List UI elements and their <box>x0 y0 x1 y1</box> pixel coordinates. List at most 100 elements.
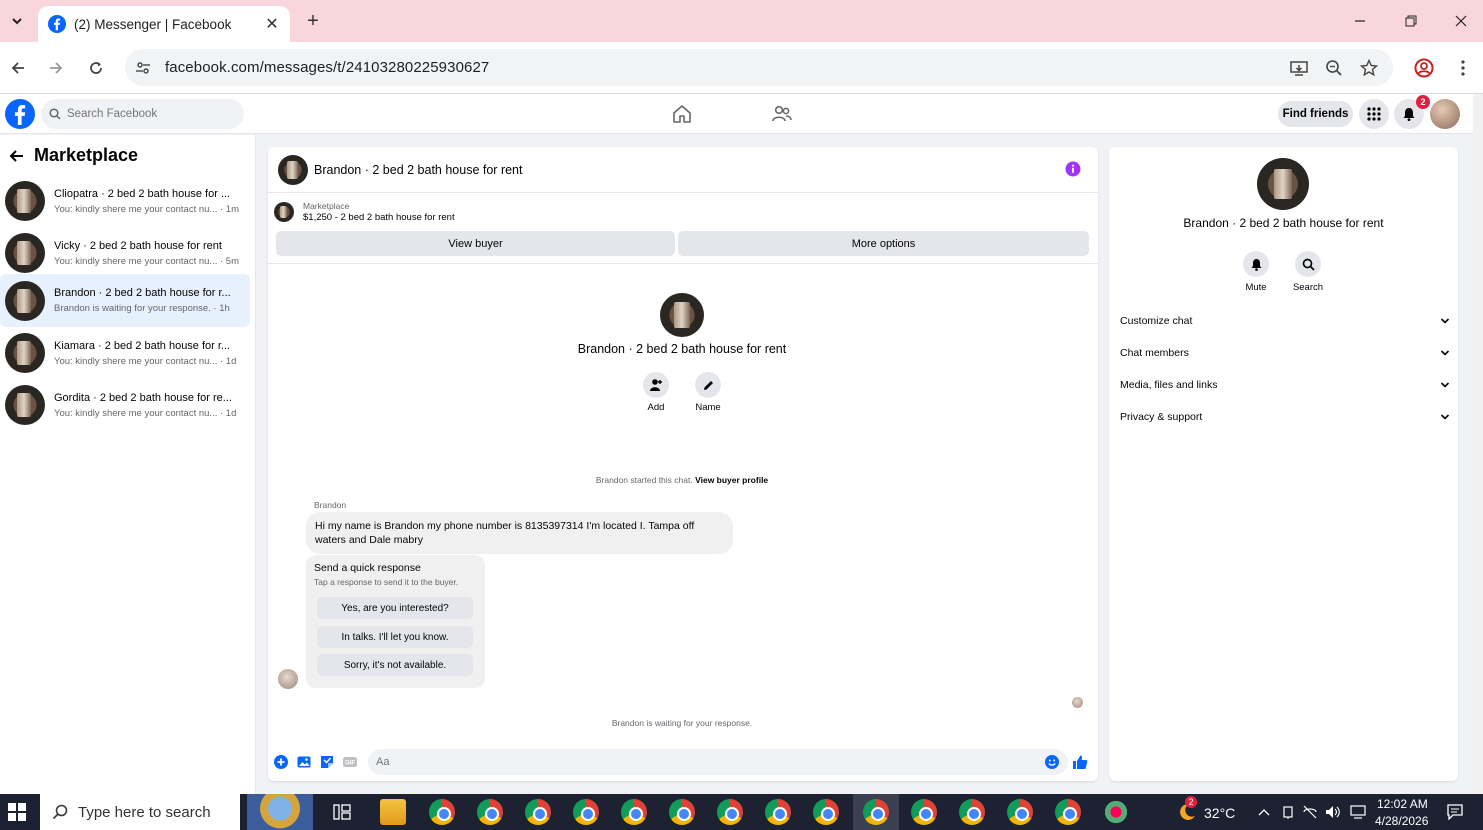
chrome-taskbar-icon[interactable] <box>1055 799 1081 825</box>
incoming-message-bubble[interactable]: Hi my name is Brandon my phone number is… <box>306 512 733 554</box>
display-icon[interactable] <box>1350 805 1366 819</box>
task-view-icon[interactable] <box>333 804 351 820</box>
chrome-taskbar-icon[interactable] <box>959 799 985 825</box>
conversation-item[interactable]: Vicky · 2 bed 2 bath house for rent You: … <box>0 227 250 279</box>
conversation-name: Kiamara · 2 bed 2 bath house for r... <box>54 339 231 352</box>
facebook-search-box[interactable] <box>41 99 244 129</box>
back-arrow-icon[interactable] <box>8 147 26 165</box>
listing-info[interactable]: Marketplace $1,250 - 2 bed 2 bath house … <box>274 201 455 223</box>
home-icon[interactable] <box>671 103 693 125</box>
photo-icon[interactable] <box>296 754 312 770</box>
chrome-taskbar-icon[interactable] <box>477 799 503 825</box>
chrome-taskbar-icon[interactable] <box>911 799 937 825</box>
volume-icon[interactable] <box>1325 805 1341 819</box>
view-buyer-profile-link[interactable]: View buyer profile <box>695 475 768 485</box>
window-close-icon[interactable] <box>1448 8 1474 34</box>
info-icon[interactable] <box>1065 161 1081 177</box>
profile-icon[interactable] <box>1411 55 1437 81</box>
back-icon[interactable] <box>5 55 31 81</box>
chrome-taskbar-icon[interactable] <box>1007 799 1033 825</box>
quick-response-card: Send a quick response Tap a response to … <box>306 555 485 688</box>
clock-date[interactable]: 4/28/2026 <box>1375 814 1428 828</box>
mute-button[interactable]: Mute <box>1236 251 1276 293</box>
chevron-down-icon <box>1440 382 1450 388</box>
browser-tab[interactable]: (2) Messenger | Facebook ✕ <box>38 6 290 42</box>
sticker-icon[interactable] <box>319 754 335 770</box>
chevron-up-icon[interactable] <box>1258 807 1270 817</box>
chrome-taskbar-icon[interactable] <box>429 799 455 825</box>
clock-time[interactable]: 12:02 AM <box>1377 797 1428 811</box>
menu-grid-icon[interactable] <box>1359 99 1389 129</box>
chrome-taskbar-icon[interactable] <box>525 799 551 825</box>
chrome-taskbar-icon[interactable] <box>765 799 791 825</box>
tab-close-icon[interactable]: ✕ <box>264 16 280 33</box>
forward-icon[interactable] <box>43 55 69 81</box>
file-explorer-icon[interactable] <box>380 799 406 825</box>
page-scrollbar[interactable] <box>1473 94 1483 794</box>
minimize-icon[interactable] <box>1347 8 1373 34</box>
search-highlight-image[interactable] <box>247 794 313 830</box>
browser-menu-icon[interactable] <box>1450 55 1476 81</box>
weather-widget[interactable]: 2 <box>1175 796 1197 822</box>
reload-icon[interactable] <box>83 55 109 81</box>
search-icon <box>49 108 61 120</box>
chrome-taskbar-icon[interactable] <box>717 799 743 825</box>
bookmark-star-icon[interactable] <box>1357 56 1381 80</box>
customize-chat-section[interactable]: Customize chat <box>1120 311 1450 331</box>
facebook-favicon-icon <box>48 15 66 33</box>
facebook-logo-icon[interactable] <box>5 99 35 129</box>
media-files-links-section[interactable]: Media, files and links <box>1120 375 1450 395</box>
tab-search-dropdown-icon[interactable] <box>6 10 28 32</box>
search-conversation-button[interactable]: Search <box>1288 251 1328 293</box>
chat-header-name[interactable]: Brandon · 2 bed 2 bath house for rent <box>314 163 522 177</box>
section-label: Privacy & support <box>1120 411 1203 423</box>
like-thumb-icon[interactable] <box>1072 754 1088 770</box>
windows-start-icon[interactable] <box>8 803 26 821</box>
facebook-search-input[interactable] <box>67 108 237 120</box>
gif-icon[interactable]: GIF <box>342 754 358 770</box>
plus-circle-icon[interactable] <box>273 754 289 770</box>
install-app-icon[interactable] <box>1287 56 1311 80</box>
conversation-sidebar: Marketplace Cliopatra · 2 bed 2 bath hou… <box>0 135 256 794</box>
battery-saver-icon[interactable] <box>1302 805 1318 819</box>
chrome-taskbar-icon[interactable] <box>621 799 647 825</box>
name-label: Name <box>695 402 721 413</box>
bell-icon <box>1251 258 1261 271</box>
chrome-taskbar-icon[interactable] <box>669 799 695 825</box>
conversation-item[interactable]: Kiamara · 2 bed 2 bath house for r... You… <box>0 327 250 379</box>
site-info-icon[interactable] <box>135 60 151 76</box>
zoom-icon[interactable] <box>1322 56 1346 80</box>
find-friends-button[interactable]: Find friends <box>1278 101 1353 127</box>
chrome-taskbar-icon[interactable] <box>573 799 599 825</box>
temperature[interactable]: 32°C <box>1204 805 1235 821</box>
chrome-taskbar-icon[interactable] <box>813 799 839 825</box>
quick-response-button[interactable]: Sorry, it's not available. <box>317 654 473 676</box>
chrome-taskbar-icon-active[interactable] <box>863 799 889 825</box>
conversation-item[interactable]: Cliopatra · 2 bed 2 bath house for ... Yo… <box>0 175 250 227</box>
edit-name-button[interactable]: Name <box>688 372 728 413</box>
taskbar-search-box[interactable]: Type here to search <box>40 794 240 830</box>
address-bar[interactable]: facebook.com/messages/t/2410328022593062… <box>125 49 1393 86</box>
friends-icon[interactable] <box>771 103 793 125</box>
view-buyer-button[interactable]: View buyer <box>276 231 675 256</box>
chat-members-section[interactable]: Chat members <box>1120 343 1450 363</box>
notification-center-icon[interactable] <box>1447 804 1463 820</box>
listing-thumbnail <box>5 181 45 221</box>
message-input[interactable] <box>368 749 1068 775</box>
add-people-button[interactable]: Add <box>636 372 676 413</box>
conversation-item[interactable]: Gordita · 2 bed 2 bath house for re... Yo… <box>0 379 250 431</box>
app-taskbar-icon[interactable] <box>1103 799 1129 825</box>
conversation-item-active[interactable]: Brandon · 2 bed 2 bath house for r... Bra… <box>0 274 250 327</box>
more-options-button[interactable]: More options <box>678 231 1089 256</box>
quick-response-button[interactable]: Yes, are you interested? <box>317 597 473 619</box>
new-tab-button[interactable]: + <box>302 10 324 32</box>
account-avatar[interactable] <box>1430 99 1460 129</box>
emoji-icon[interactable] <box>1044 754 1060 770</box>
network-icon[interactable] <box>1281 805 1295 819</box>
chat-header-avatar[interactable] <box>278 154 308 185</box>
privacy-support-section[interactable]: Privacy & support <box>1120 407 1450 427</box>
restore-icon[interactable] <box>1398 8 1424 34</box>
quick-response-button[interactable]: In talks. I'll let you know. <box>317 626 473 648</box>
read-receipt-avatar <box>1072 697 1083 708</box>
notifications-bell-icon[interactable]: 2 <box>1394 95 1430 129</box>
